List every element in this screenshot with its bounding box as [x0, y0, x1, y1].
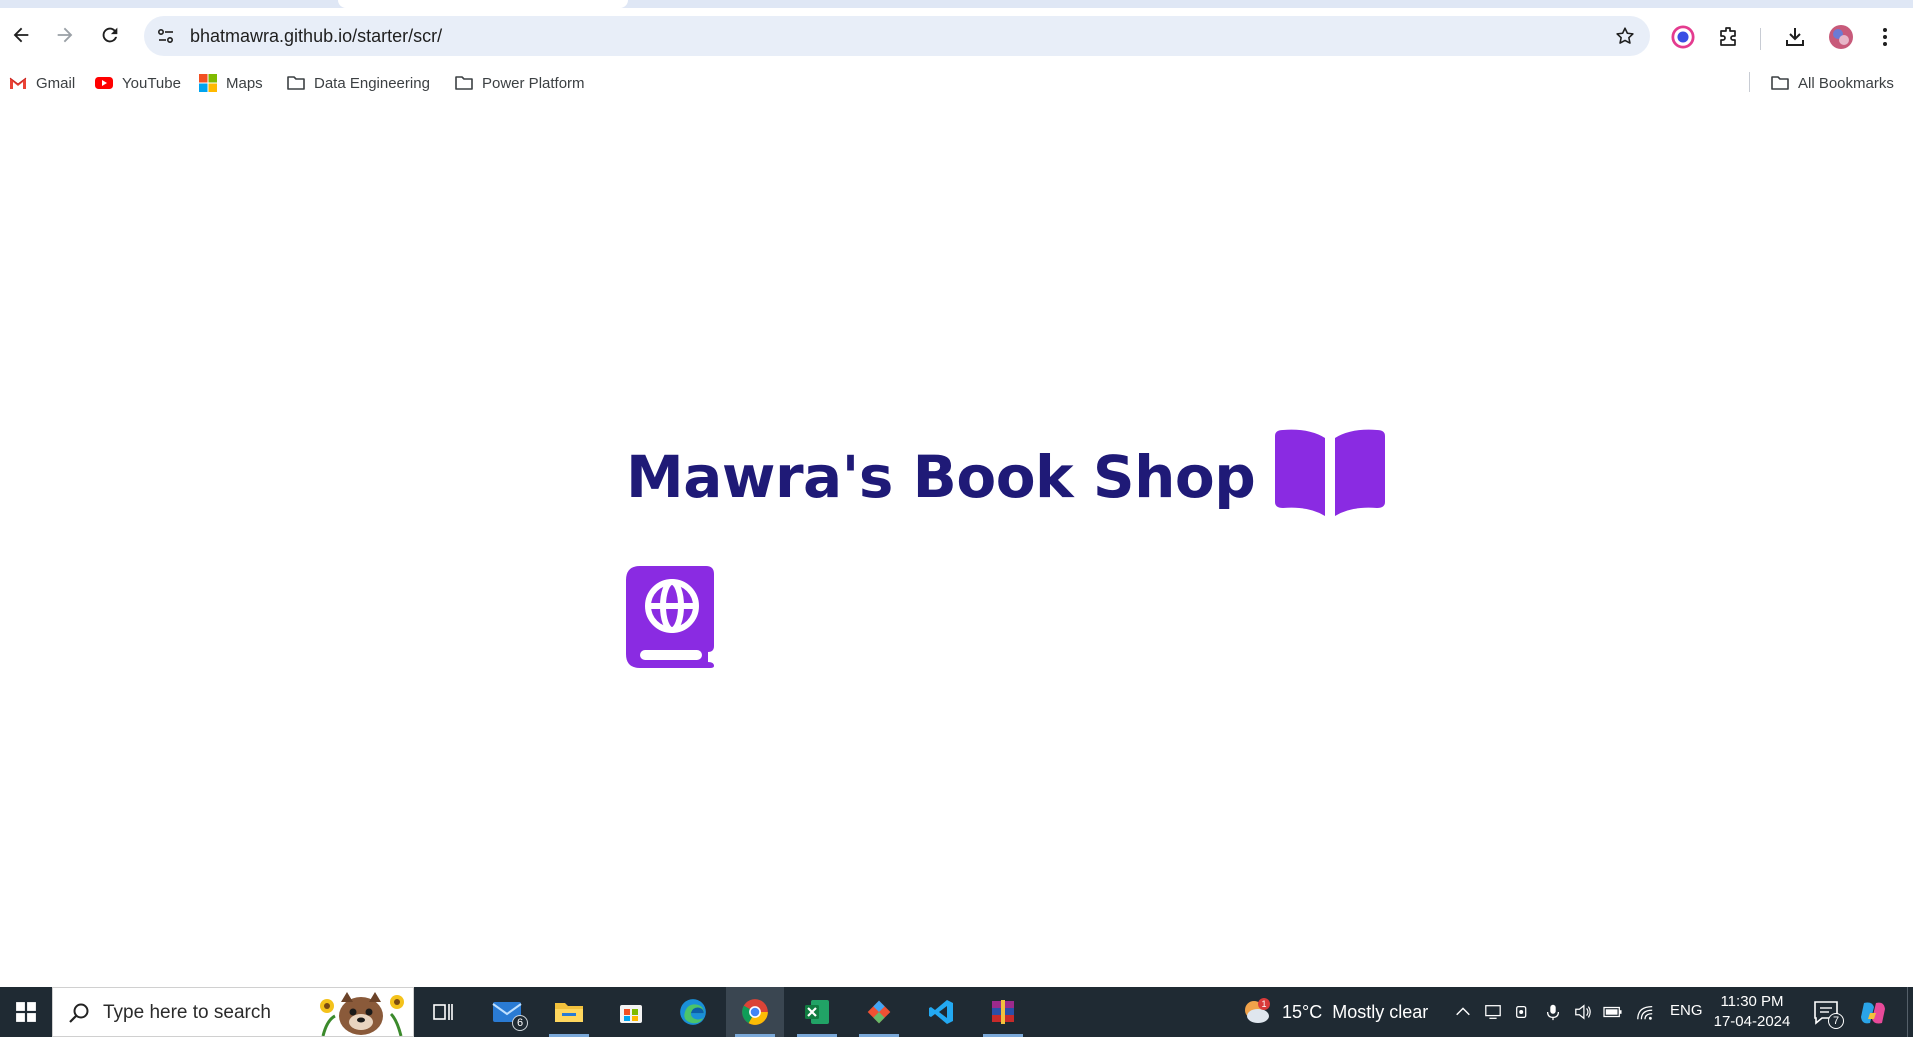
windows-logo-icon — [16, 1002, 36, 1022]
show-hidden-icons-chevron-icon[interactable] — [1452, 1001, 1474, 1023]
wifi-icon[interactable] — [1634, 1001, 1656, 1023]
back-arrow-icon — [13, 27, 29, 43]
taskbar-search-box[interactable]: Type here to search — [52, 987, 414, 1037]
volume-icon[interactable] — [1572, 1001, 1594, 1023]
book-atlas-icon — [626, 566, 714, 668]
maps-icon — [199, 74, 217, 92]
folder-icon — [1771, 76, 1789, 90]
page-content: Mawra's Book Shop — [0, 100, 1913, 987]
copilot-button[interactable] — [1858, 999, 1888, 1027]
taskbar-mail[interactable]: 6 — [478, 987, 536, 1037]
url-text[interactable]: bhatmawra.github.io/starter/scr/ — [190, 26, 442, 47]
input-language[interactable]: ENG — [1670, 1002, 1703, 1019]
forward-button[interactable] — [50, 20, 80, 50]
winrar-icon — [992, 1000, 1014, 1024]
weather-condition: Mostly clear — [1332, 1001, 1429, 1022]
battery-icon[interactable] — [1602, 1001, 1624, 1023]
vscode-icon — [929, 1000, 953, 1024]
taskbar-microsoft-store[interactable] — [602, 987, 660, 1037]
bookmark-label: Maps — [226, 74, 263, 92]
page-header: Mawra's Book Shop — [626, 428, 1389, 518]
weather-cloud-icon: 1 — [1245, 998, 1270, 1023]
folder-icon — [555, 1003, 583, 1022]
windows-taskbar: Type here to search 6 1 15°C Mostly clea… — [0, 987, 1913, 1037]
toolbar-separator — [1760, 28, 1761, 50]
book-open-icon — [1275, 429, 1386, 516]
browser-toolbar: bhatmawra.github.io/starter/scr/ — [0, 8, 1913, 64]
taskbar-task-view[interactable] — [414, 987, 472, 1037]
search-placeholder: Type here to search — [103, 1002, 271, 1023]
microphone-icon[interactable] — [1542, 1001, 1564, 1023]
bookmarks-bar: Gmail YouTube Maps Data Engineering Powe… — [0, 64, 1913, 100]
downloads-icon[interactable] — [1782, 24, 1808, 50]
gmail-icon — [9, 77, 27, 89]
camera-tray-icon[interactable] — [1512, 1001, 1534, 1023]
bookmark-label: Data Engineering — [314, 74, 430, 92]
bookmark-star-icon[interactable] — [1614, 25, 1636, 47]
reload-button[interactable] — [95, 20, 125, 50]
extensions-puzzle-icon[interactable] — [1716, 24, 1742, 50]
edge-icon — [680, 999, 706, 1025]
taskbar-file-explorer[interactable] — [540, 987, 598, 1037]
start-button[interactable] — [0, 987, 52, 1037]
reload-icon — [102, 27, 118, 43]
taskbar-winrar[interactable] — [974, 987, 1032, 1037]
search-icon — [69, 1003, 89, 1023]
copilot-icon — [1861, 1002, 1885, 1024]
address-bar[interactable]: bhatmawra.github.io/starter/scr/ — [144, 16, 1650, 56]
store-icon — [620, 1005, 642, 1023]
taskbar-chrome[interactable] — [726, 987, 784, 1037]
bookmark-gmail[interactable]: Gmail — [8, 72, 75, 94]
profile-avatar[interactable] — [1828, 24, 1854, 50]
bookmark-youtube[interactable]: YouTube — [94, 72, 181, 94]
all-bookmarks-button[interactable]: All Bookmarks — [1770, 72, 1894, 94]
weather-temperature: 15°C — [1282, 1001, 1323, 1022]
git-icon — [867, 1000, 891, 1024]
chrome-icon — [742, 999, 768, 1025]
excel-icon — [805, 1000, 829, 1024]
taskbar-git[interactable] — [850, 987, 908, 1037]
bookmark-folder-power-platform[interactable]: Power Platform — [454, 72, 585, 94]
youtube-icon — [95, 77, 113, 89]
taskbar-clock[interactable]: 11:30 PM 17-04-2024 — [1710, 992, 1794, 1032]
weather-widget[interactable]: 1 15°C Mostly clear — [1240, 987, 1428, 1037]
bookmark-maps[interactable]: Maps — [198, 72, 263, 94]
forward-arrow-icon — [57, 27, 73, 43]
site-settings-icon[interactable] — [156, 26, 176, 46]
page-title: Mawra's Book Shop — [626, 443, 1256, 511]
active-tab[interactable] — [338, 0, 628, 8]
chrome-menu-icon[interactable] — [1872, 24, 1898, 50]
bookmarks-separator — [1749, 72, 1750, 92]
task-view-icon — [433, 1004, 453, 1020]
taskbar-edge[interactable] — [664, 987, 722, 1037]
taskbar-vscode[interactable] — [912, 987, 970, 1037]
notification-center-button[interactable]: 7 — [1812, 999, 1844, 1029]
mail-badge: 6 — [512, 1015, 528, 1031]
show-desktop-button[interactable] — [1907, 987, 1913, 1037]
tab-strip — [0, 0, 1913, 8]
notification-count-badge: 7 — [1828, 1013, 1844, 1029]
bookmark-folder-data-engineering[interactable]: Data Engineering — [286, 72, 430, 94]
clock-date: 17-04-2024 — [1713, 1013, 1791, 1030]
display-tray-icon[interactable] — [1482, 1001, 1504, 1023]
folder-icon — [287, 76, 305, 90]
clock-time: 11:30 PM — [1720, 993, 1784, 1010]
taskbar-excel[interactable] — [788, 987, 846, 1037]
search-highlight-doodle-icon[interactable] — [313, 990, 409, 1036]
bookmark-label: Gmail — [36, 74, 76, 92]
extension-colorpicker-icon[interactable] — [1670, 24, 1696, 50]
folder-icon — [455, 76, 473, 90]
bookmark-label: Power Platform — [482, 74, 585, 92]
weather-alert-badge: 1 — [1261, 999, 1266, 1009]
bookmark-label: All Bookmarks — [1798, 74, 1894, 92]
bookmark-label: YouTube — [122, 74, 181, 92]
back-button[interactable] — [6, 20, 36, 50]
